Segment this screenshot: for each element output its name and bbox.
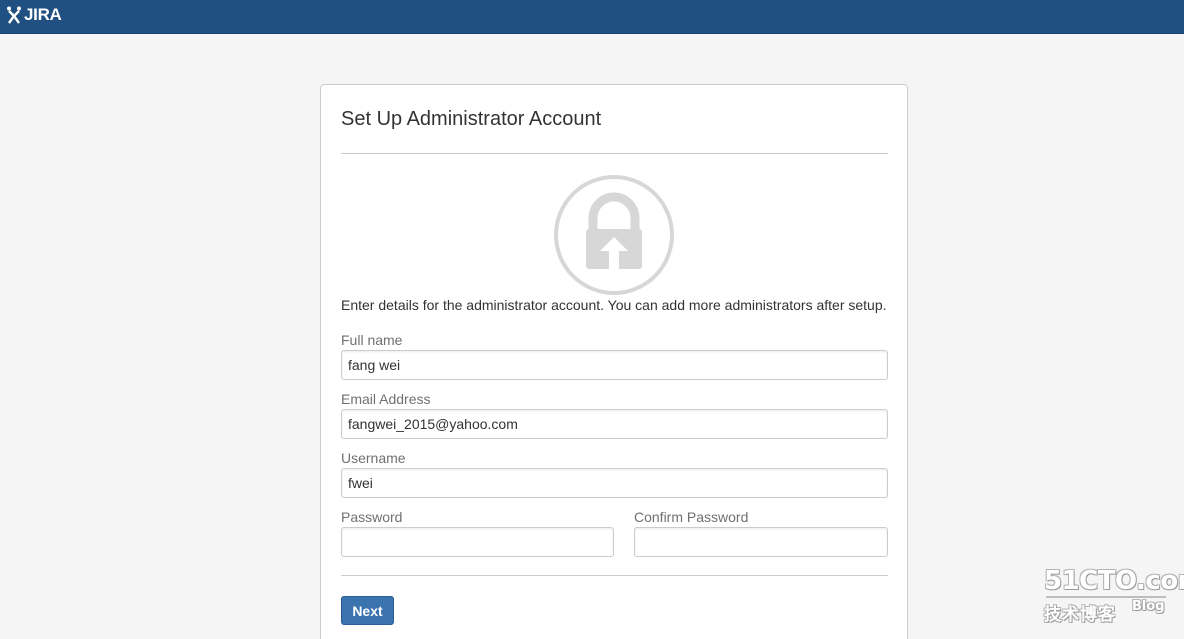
- page-title: Set Up Administrator Account: [341, 108, 602, 130]
- full-name-input[interactable]: [341, 350, 888, 380]
- password-input[interactable]: [341, 527, 614, 557]
- confirm-password-label: Confirm Password: [634, 509, 749, 525]
- username-label: Username: [341, 450, 406, 466]
- username-input[interactable]: [341, 468, 888, 498]
- lock-illustration: [553, 174, 675, 296]
- email-input[interactable]: [341, 409, 888, 439]
- confirm-password-input[interactable]: [634, 527, 888, 557]
- watermark-site: 51CTO.com: [1044, 566, 1184, 596]
- watermark-underline: [1046, 596, 1166, 598]
- title-divider: [341, 153, 888, 154]
- watermark: 51CTO.com 技术博客 Blog: [1040, 566, 1184, 626]
- email-label: Email Address: [341, 391, 431, 407]
- setup-panel: Set Up Administrator Account Enter detai…: [320, 84, 908, 639]
- jira-logo[interactable]: JIRA: [6, 4, 62, 26]
- next-button[interactable]: Next: [341, 596, 394, 625]
- watermark-subtitle-cn: 技术博客: [1044, 605, 1116, 625]
- password-label: Password: [341, 509, 403, 525]
- watermark-subtitle-en: Blog: [1132, 599, 1165, 614]
- logo-text: JIRA: [24, 5, 62, 24]
- full-name-label: Full name: [341, 332, 403, 348]
- intro-text: Enter details for the administrator acco…: [341, 297, 887, 313]
- jira-logo-icon: [7, 6, 21, 24]
- lock-upload-icon: [554, 175, 674, 295]
- top-header-bar: JIRA: [0, 0, 1184, 34]
- form-divider: [341, 575, 888, 576]
